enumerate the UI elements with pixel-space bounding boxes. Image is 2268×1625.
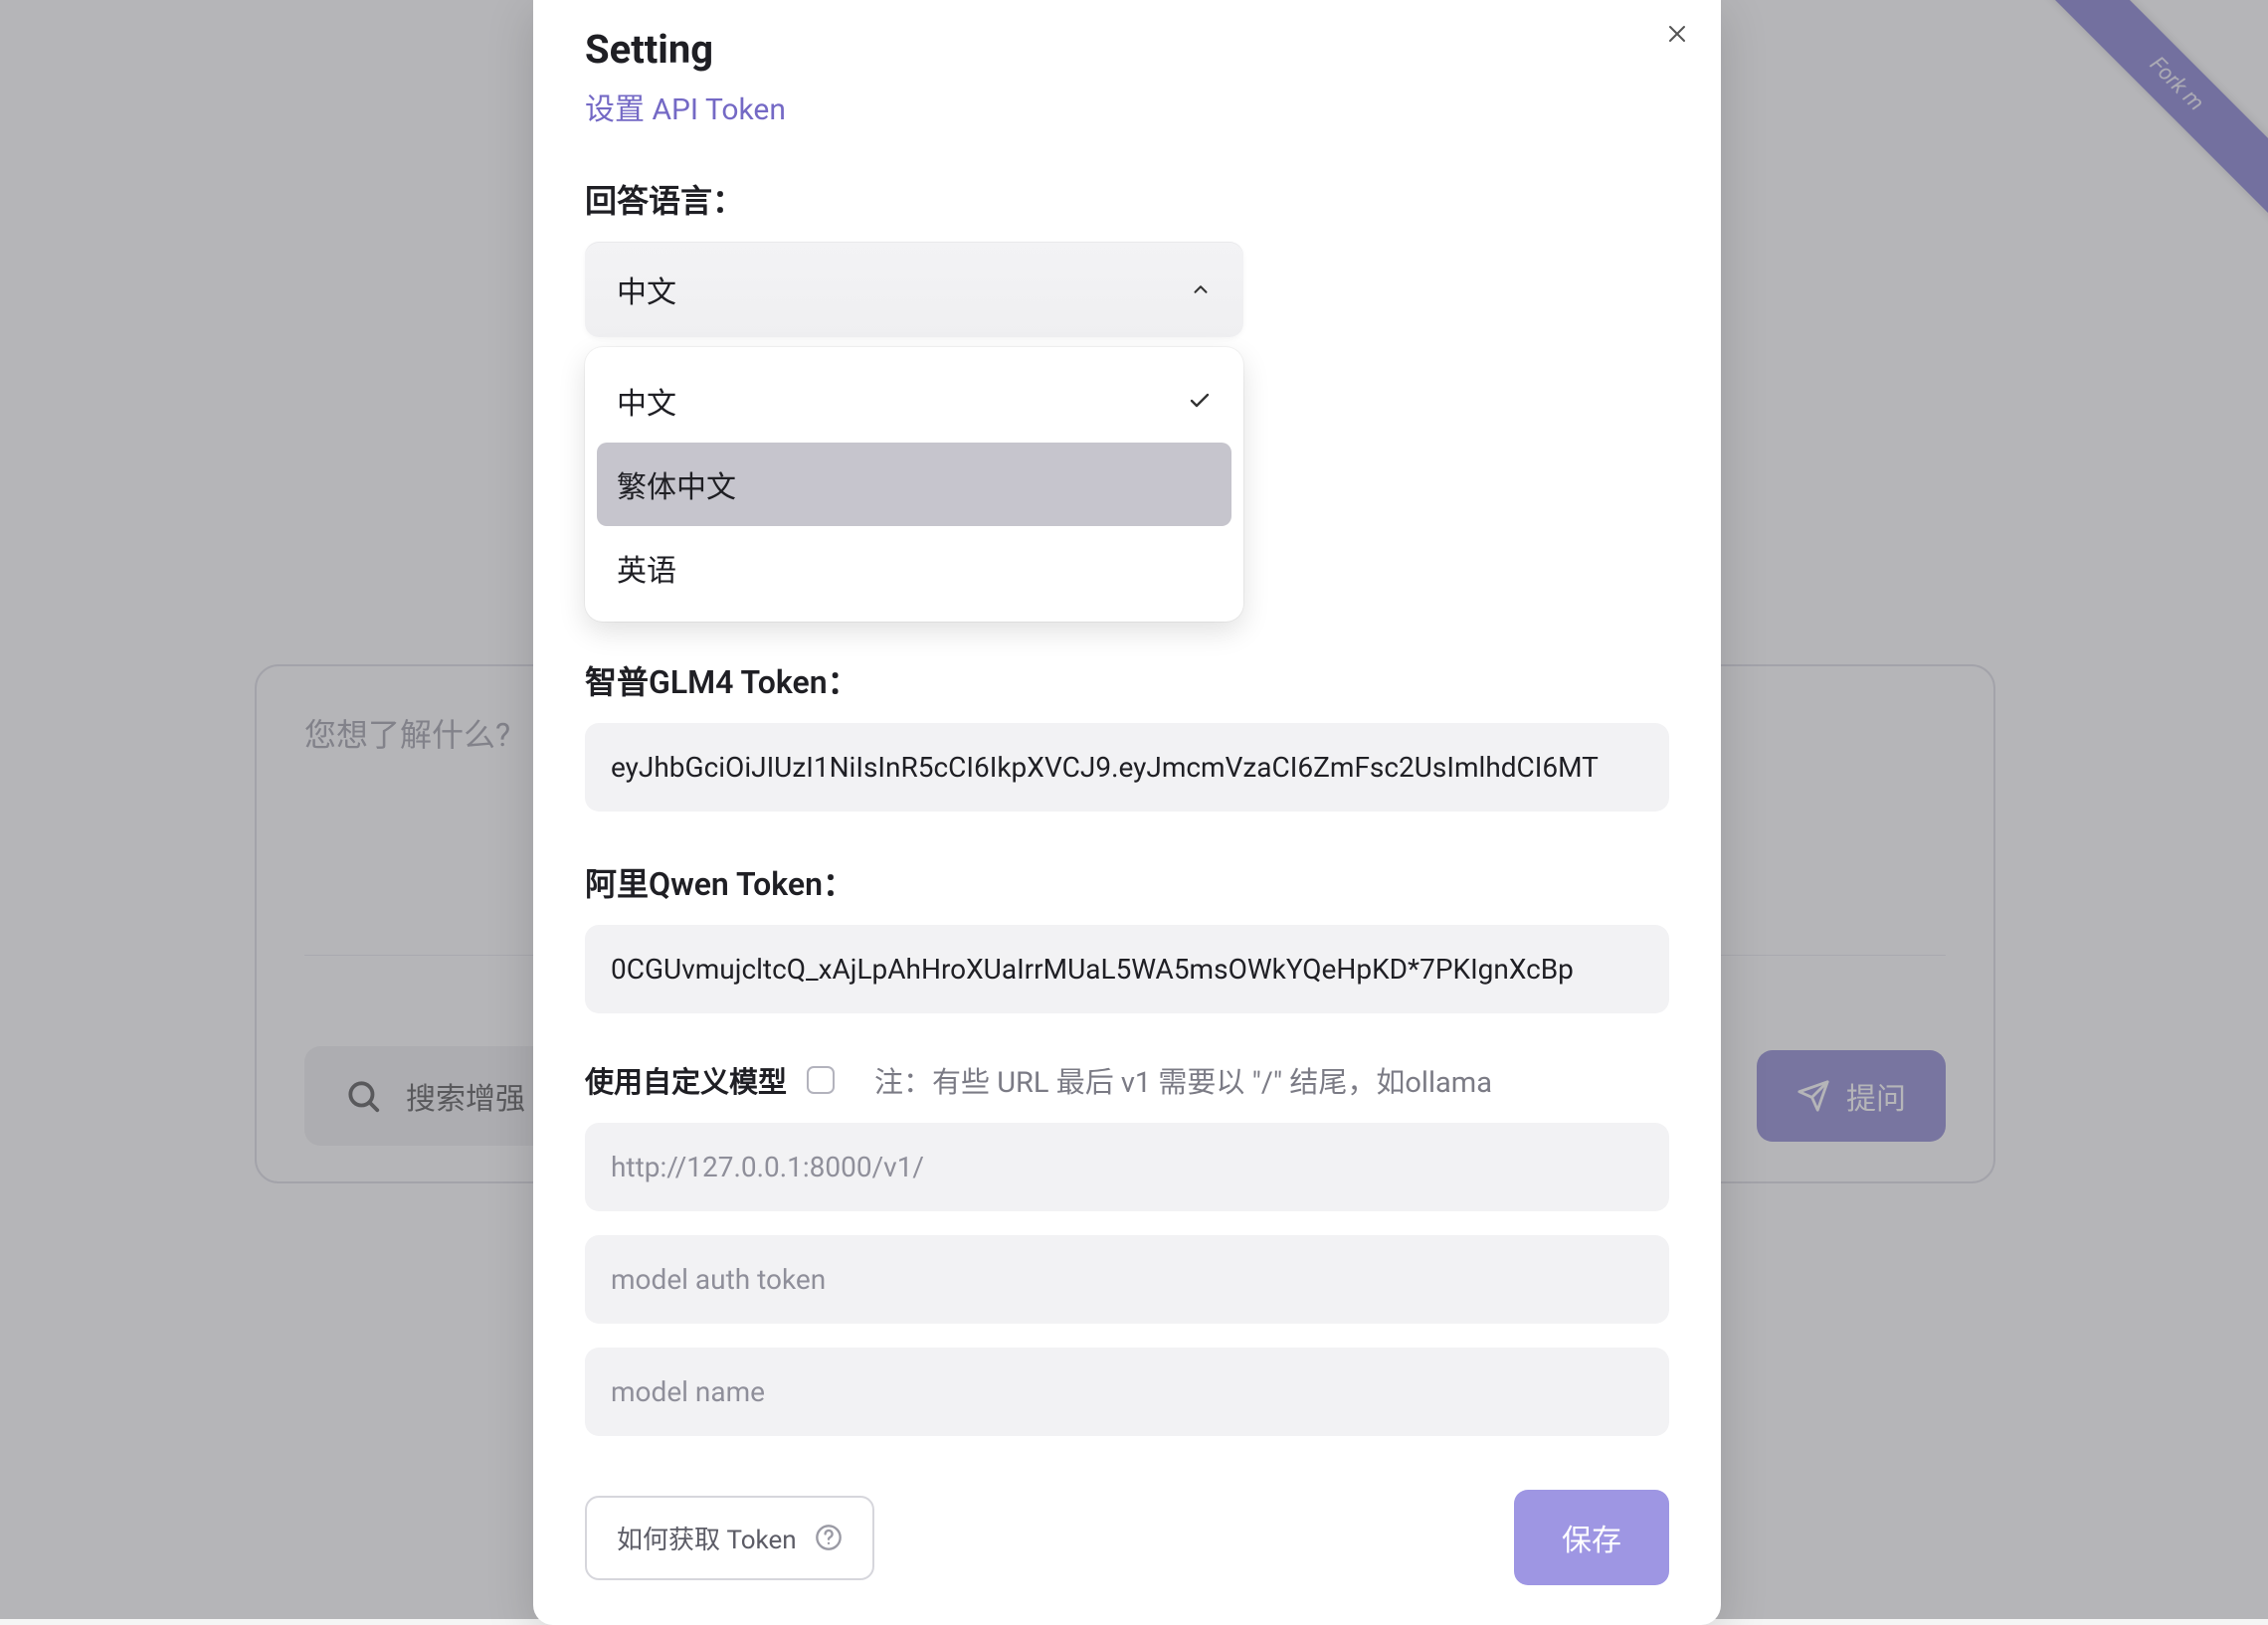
modal-footer: 如何获取 Token 保存	[585, 1490, 1669, 1585]
qwen-token-input[interactable]	[585, 925, 1669, 1013]
answer-language-field: 回答语言： 中文 中文 繁体中文 英语	[585, 176, 1669, 622]
custom-model-note: 注：有些 URL 最后 v1 需要以 "/" 结尾，如ollama	[874, 1059, 1492, 1101]
language-select-value: 中文	[617, 268, 676, 311]
custom-model-checkbox[interactable]	[807, 1066, 835, 1094]
language-select[interactable]: 中文	[585, 242, 1243, 337]
answer-language-label: 回答语言：	[585, 176, 1669, 222]
language-option-en[interactable]: 英语	[597, 526, 1231, 610]
language-option-label: 中文	[617, 379, 676, 423]
howto-token-button[interactable]: 如何获取 Token	[585, 1496, 874, 1580]
help-icon	[815, 1524, 843, 1551]
close-button[interactable]	[1657, 14, 1697, 54]
save-label: 保存	[1562, 1525, 1621, 1557]
chevron-up-icon	[1190, 278, 1212, 300]
custom-auth-input[interactable]	[585, 1235, 1669, 1324]
language-option-label: 英语	[617, 546, 676, 590]
close-icon	[1665, 22, 1689, 46]
glm4-token-label: 智普GLM4 Token：	[585, 657, 1669, 703]
settings-modal: Setting 设置 API Token 回答语言： 中文 中文 繁体中文 英语…	[533, 0, 1721, 1625]
howto-token-label: 如何获取 Token	[617, 1520, 797, 1556]
check-icon	[1188, 389, 1212, 413]
language-option-zh-trad[interactable]: 繁体中文	[597, 443, 1231, 526]
glm4-token-input[interactable]	[585, 723, 1669, 812]
custom-model-inputs	[585, 1123, 1669, 1436]
custom-model-row: 使用自定义模型 注：有些 URL 最后 v1 需要以 "/" 结尾，如ollam…	[585, 1059, 1669, 1101]
save-button[interactable]: 保存	[1514, 1490, 1669, 1585]
modal-subtitle: 设置 API Token	[585, 85, 1669, 128]
custom-name-input[interactable]	[585, 1348, 1669, 1436]
language-option-zh[interactable]: 中文	[597, 359, 1231, 443]
glm4-token-field: 智普GLM4 Token：	[585, 657, 1669, 812]
qwen-token-field: 阿里Qwen Token：	[585, 859, 1669, 1013]
language-option-label: 繁体中文	[617, 462, 736, 506]
modal-title: Setting	[585, 26, 1669, 73]
custom-url-input[interactable]	[585, 1123, 1669, 1211]
language-dropdown: 中文 繁体中文 英语	[585, 347, 1243, 622]
custom-model-label: 使用自定义模型	[585, 1059, 787, 1101]
qwen-token-label: 阿里Qwen Token：	[585, 859, 1669, 905]
